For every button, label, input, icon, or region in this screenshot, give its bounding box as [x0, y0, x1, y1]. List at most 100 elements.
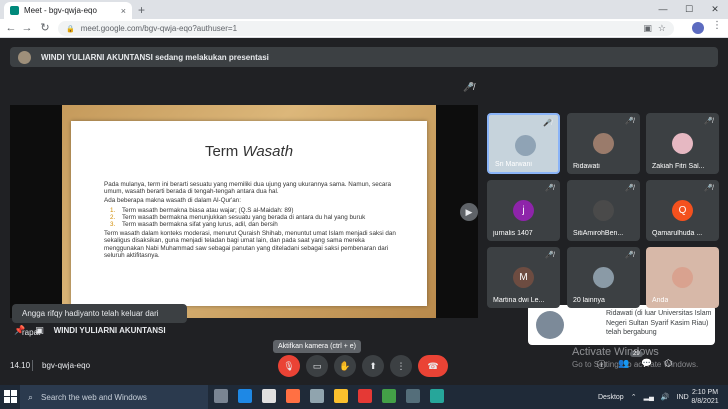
- bookmark-star-icon[interactable]: ☆: [658, 23, 666, 34]
- desktop-label[interactable]: Desktop: [598, 394, 624, 401]
- participant-tile[interactable]: Anda: [646, 247, 719, 308]
- participant-avatar: [672, 133, 693, 154]
- task-view-icon[interactable]: [214, 389, 228, 403]
- joiner-avatar: [536, 311, 564, 339]
- more-options-button[interactable]: ⋮: [390, 355, 412, 377]
- taskbar-search-placeholder: Search the web and Windows: [41, 392, 147, 402]
- participant-name: Ridawati: [573, 163, 600, 170]
- microphone-button[interactable]: 🎙: [278, 355, 300, 377]
- slide-list-item: 3. Term wasath bermakna sifat yang lurus,…: [110, 221, 404, 228]
- info-icon[interactable]: ⓘ: [597, 358, 606, 371]
- slide-title: Term Wasath: [71, 143, 427, 160]
- presenter-label: 📌 ▣ WINDI YULIARNI AKUNTANSI: [14, 325, 166, 336]
- participant-avatar: Q: [672, 200, 693, 221]
- tray-chevron-icon[interactable]: ⌃: [631, 393, 637, 401]
- back-icon[interactable]: ←: [4, 20, 18, 37]
- app-icon[interactable]: [430, 389, 444, 403]
- address-bar[interactable]: 🔒 meet.google.com/bgv-qwja-eqo?authuser=…: [58, 21, 674, 36]
- participant-name: Zakiah Fitri Sal...: [652, 163, 705, 170]
- presentation-banner: WINDI YULIARNI AKUNTANSI sedang melakuka…: [10, 47, 718, 67]
- edge-icon[interactable]: [238, 389, 252, 403]
- participant-avatar: M: [513, 267, 534, 288]
- close-window-icon[interactable]: ✕: [702, 0, 728, 19]
- camera-indicator-icon[interactable]: ▣: [643, 23, 652, 34]
- network-icon[interactable]: ▂▄: [644, 393, 654, 401]
- browser-toolbar: ← → ↻ 🔒 meet.google.com/bgv-qwja-eqo?aut…: [0, 19, 728, 38]
- participant-tile[interactable]: 🎤̸ Sri Marwani: [487, 113, 560, 174]
- leave-call-button[interactable]: ☎: [418, 355, 448, 377]
- presenter-muted-icon: 🎤̸: [463, 82, 475, 92]
- muted-mic-icon: 🎤̸: [704, 185, 713, 192]
- new-tab-button[interactable]: +: [138, 3, 145, 17]
- minimize-icon[interactable]: —: [650, 0, 676, 19]
- participant-name: Qamarulhuda ...: [652, 230, 703, 237]
- window-controls: — ☐ ✕: [650, 0, 728, 19]
- search-icon: ⌕: [28, 391, 34, 402]
- maximize-icon[interactable]: ☐: [676, 0, 702, 19]
- url-text[interactable]: meet.google.com/bgv-qwja-eqo?authuser=1: [81, 24, 638, 33]
- volume-icon[interactable]: 🔊: [661, 393, 670, 401]
- divider: [32, 360, 33, 371]
- raise-hand-button[interactable]: ✋: [334, 355, 356, 377]
- participant-tile[interactable]: 🎤̸ Ridawati: [567, 113, 640, 174]
- participant-name: Martina dwi Le...: [493, 297, 545, 304]
- language-label[interactable]: IND: [677, 394, 689, 401]
- forward-icon[interactable]: →: [20, 20, 34, 37]
- next-slide-icon[interactable]: ▶: [460, 203, 478, 221]
- tab-title: Meet - bgv-qwja-eqo: [24, 6, 97, 15]
- slide: Term Wasath Pada mulanya, term ini berar…: [71, 121, 427, 306]
- present-now-button[interactable]: ⬆: [362, 355, 384, 377]
- muted-mic-icon: 🎤̸: [545, 185, 554, 192]
- activities-icon[interactable]: ⬡: [664, 358, 672, 371]
- browser-tab-bar: Meet - bgv-qwja-eqo × + — ☐ ✕: [0, 0, 728, 19]
- muted-mic-icon: 🎤̸: [545, 252, 554, 259]
- chrome-icon[interactable]: [382, 389, 396, 403]
- app-icon[interactable]: [406, 389, 420, 403]
- participant-tile[interactable]: 🎤̸ Zakiah Fitri Sal...: [646, 113, 719, 174]
- pin-icon[interactable]: 📌: [14, 325, 25, 336]
- tab-close-icon[interactable]: ×: [121, 6, 126, 16]
- store-icon[interactable]: [262, 389, 276, 403]
- participant-tile[interactable]: j 🎤̸ jurnalis 1407: [487, 180, 560, 241]
- browser-menu-icon[interactable]: ⋮: [712, 20, 722, 31]
- taskbar-search[interactable]: ⌕ Search the web and Windows: [20, 385, 208, 409]
- firefox-icon[interactable]: [286, 389, 300, 403]
- browser-tab[interactable]: Meet - bgv-qwja-eqo ×: [4, 2, 132, 19]
- present-screen-icon[interactable]: ▣: [35, 325, 44, 336]
- file-explorer-icon[interactable]: [334, 389, 348, 403]
- muted-mic-icon: 🎤̸: [625, 185, 634, 192]
- clock-time: 2:10 PM: [691, 389, 719, 396]
- meeting-time: 14.10: [10, 361, 31, 370]
- camera-button[interactable]: ▭: [306, 355, 328, 377]
- side-controls: ⓘ 👥 💬 ⬡: [597, 358, 672, 371]
- app-icon[interactable]: [310, 389, 324, 403]
- windows-taskbar: ⌕ Search the web and Windows Desktop ⌃ ▂…: [0, 385, 728, 409]
- participant-tile[interactable]: M 🎤̸ Martina dwi Le...: [487, 247, 560, 308]
- slide-paragraph-1: Pada mulanya, term ini berarti sesuatu y…: [104, 181, 392, 196]
- slide-background: Term Wasath Pada mulanya, term ini berar…: [62, 105, 478, 318]
- lock-icon[interactable]: 🔒: [66, 25, 75, 33]
- chat-icon[interactable]: 💬: [641, 358, 652, 371]
- participant-tile[interactable]: Q 🎤̸ Qamarulhuda ...: [646, 180, 719, 241]
- people-icon[interactable]: 👥: [618, 358, 629, 371]
- participant-avatar: [593, 133, 614, 154]
- clock-date: 8/8/2021: [691, 398, 719, 405]
- pdf-icon[interactable]: [358, 389, 372, 403]
- participant-name: 20 lainnya: [573, 297, 605, 304]
- slide-paragraph-3: Term wasath dalam konteks moderasi, menu…: [104, 230, 396, 259]
- presenter-name: WINDI YULIARNI AKUNTANSI: [53, 326, 166, 335]
- list-text: Term wasath bermakna menunjukkan sesuatu…: [122, 213, 366, 221]
- slide-list-item: 2. Term wasath bermakna menunjukkan sesua…: [110, 214, 404, 221]
- taskbar-apps: [214, 389, 444, 403]
- meet-stage: WINDI YULIARNI AKUNTANSI sedang melakuka…: [0, 39, 728, 385]
- windows-start-icon[interactable]: [4, 390, 17, 403]
- slide-title-plain: Term: [204, 143, 243, 160]
- reload-icon[interactable]: ↻: [38, 20, 52, 37]
- list-text: Term wasath bermakna sifat yang lurus, a…: [122, 221, 278, 229]
- clock[interactable]: 2:10 PM 8/8/2021: [688, 388, 722, 406]
- participant-tile[interactable]: 🎤̸ 20 lainnya: [567, 247, 640, 308]
- participant-tile[interactable]: 🎤̸ SitiAmirohBen...: [567, 180, 640, 241]
- profile-avatar[interactable]: [692, 22, 704, 34]
- participant-name: jurnalis 1407: [493, 230, 533, 237]
- participant-name: Sri Marwani: [495, 161, 532, 168]
